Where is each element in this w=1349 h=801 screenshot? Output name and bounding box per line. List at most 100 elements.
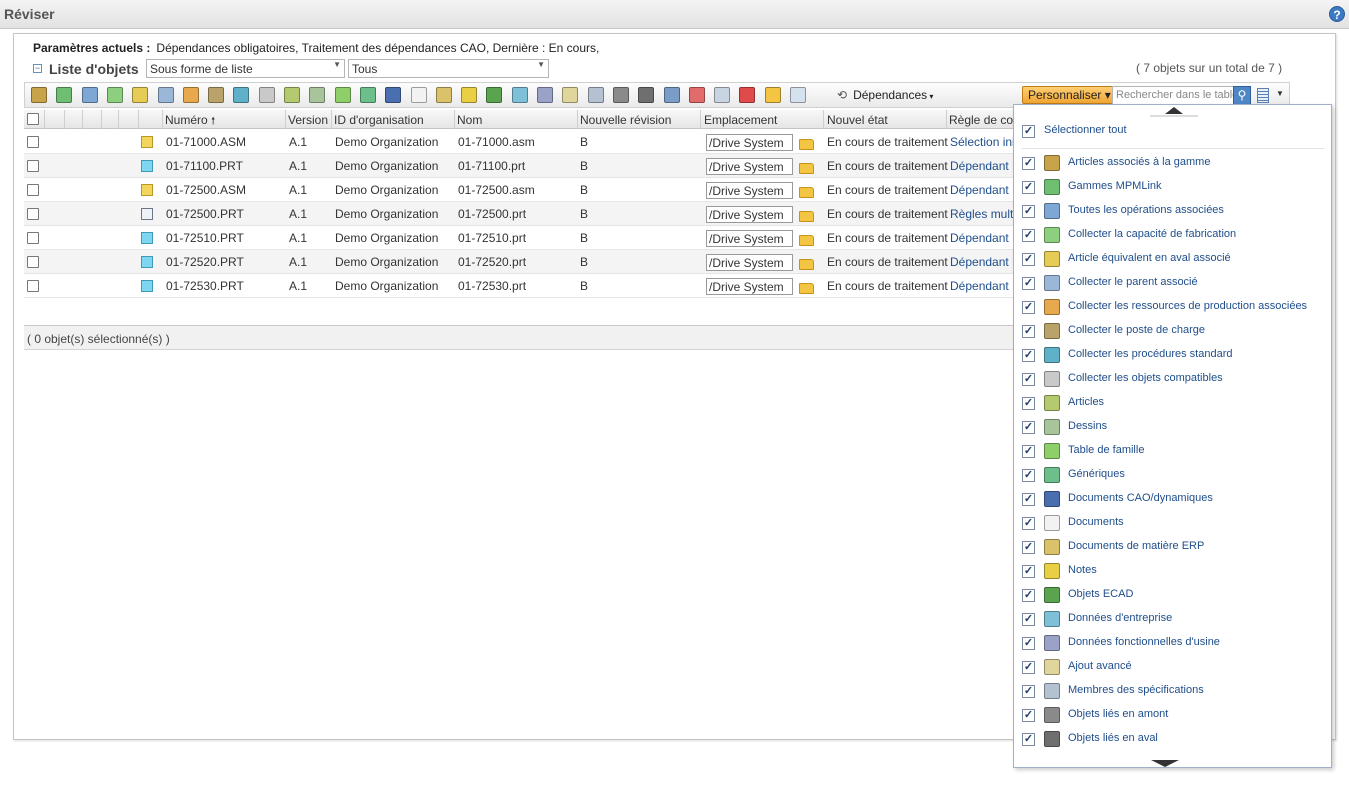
clear-icon[interactable]	[688, 87, 705, 103]
col-nouvelle-revision[interactable]: Nouvelle révision	[580, 113, 671, 127]
row-checkbox[interactable]	[27, 160, 39, 172]
row-checkbox[interactable]	[27, 208, 39, 220]
drawing-icon[interactable]	[309, 87, 326, 103]
select-all-checkbox[interactable]: ✓	[1022, 125, 1035, 138]
location-input[interactable]: /Drive System	[706, 182, 793, 199]
routing-icon[interactable]	[56, 87, 73, 103]
cell-number[interactable]: 01-71000.ASM	[166, 135, 246, 149]
customize-item[interactable]: ✓ Collecter les objets compatibles	[1014, 367, 1331, 391]
item-checkbox[interactable]: ✓	[1022, 349, 1035, 362]
cell-rule[interactable]: Règles multip	[950, 207, 1023, 221]
item-checkbox[interactable]: ✓	[1022, 469, 1035, 482]
dependances-menu[interactable]: ⟲ Dépendances ▾	[837, 88, 933, 102]
row-checkbox[interactable]	[27, 136, 39, 148]
cell-number[interactable]: 01-72500.PRT	[166, 207, 244, 221]
personnaliser-button[interactable]: Personnaliser ▾	[1022, 86, 1117, 104]
item-checkbox[interactable]: ✓	[1022, 709, 1035, 722]
upstream-icon[interactable]	[612, 87, 629, 103]
item-checkbox[interactable]: ✓	[1022, 733, 1035, 746]
document-icon[interactable]	[410, 87, 427, 103]
compatible-icon[interactable]	[258, 87, 275, 103]
row-checkbox[interactable]	[27, 256, 39, 268]
checklist-icon[interactable]	[790, 87, 806, 103]
row-checkbox[interactable]	[27, 280, 39, 292]
customize-item[interactable]: ✓ Articles associés à la gamme	[1014, 151, 1331, 175]
table-search-input[interactable]: Rechercher dans le table	[1112, 86, 1250, 105]
cell-number[interactable]: 01-71100.PRT	[166, 159, 243, 173]
cell-number[interactable]: 01-72500.ASM	[166, 183, 246, 197]
item-checkbox[interactable]: ✓	[1022, 301, 1035, 314]
folder-icon[interactable]	[799, 139, 814, 150]
location-input[interactable]: /Drive System	[706, 134, 793, 151]
cell-rule[interactable]: Sélection init	[950, 135, 1018, 149]
item-checkbox[interactable]: ✓	[1022, 637, 1035, 650]
folder-icon[interactable]	[764, 87, 781, 103]
col-nom[interactable]: Nom	[457, 113, 482, 127]
item-checkbox[interactable]: ✓	[1022, 397, 1035, 410]
customize-item[interactable]: ✓ Dessins	[1014, 415, 1331, 439]
item-checkbox[interactable]: ✓	[1022, 373, 1035, 386]
col-emplacement[interactable]: Emplacement	[704, 113, 777, 127]
item-checkbox[interactable]: ✓	[1022, 445, 1035, 458]
customize-item[interactable]: ✓ Génériques	[1014, 463, 1331, 487]
cell-number[interactable]: 01-72530.PRT	[166, 279, 244, 293]
location-input[interactable]: /Drive System	[706, 206, 793, 223]
cell-rule[interactable]: Dépendant	[950, 279, 1009, 293]
item-checkbox[interactable]: ✓	[1022, 157, 1035, 170]
customize-item[interactable]: ✓ Collecter le poste de charge	[1014, 319, 1331, 343]
help-icon[interactable]: ?	[1329, 6, 1345, 22]
customize-item[interactable]: ✓ Collecter les ressources de production …	[1014, 295, 1331, 319]
item-checkbox[interactable]: ✓	[1022, 181, 1035, 194]
table-view-icon[interactable]	[1257, 88, 1269, 103]
plant-data-icon[interactable]	[537, 87, 553, 103]
enterprise-data-icon[interactable]	[511, 87, 528, 103]
folder-icon[interactable]	[799, 211, 814, 222]
folder-icon[interactable]	[799, 163, 814, 174]
family-table-icon[interactable]	[334, 87, 351, 103]
customize-item[interactable]: ✓ Documents CAO/dynamiques	[1014, 487, 1331, 511]
scroll-up-icon[interactable]	[1165, 107, 1183, 114]
folder-icon[interactable]	[799, 235, 814, 246]
item-checkbox[interactable]: ✓	[1022, 661, 1035, 674]
cell-rule[interactable]: Dépendant	[950, 231, 1009, 245]
resource-icon[interactable]	[182, 87, 199, 103]
col-numero[interactable]: Numéro 🠕	[165, 113, 215, 131]
filter-select[interactable]: Tous ▼	[348, 59, 549, 78]
downstream-icon[interactable]	[638, 87, 655, 103]
col-version[interactable]: Version	[288, 113, 328, 127]
location-input[interactable]: /Drive System	[706, 278, 793, 295]
customize-item[interactable]: ✓ Documents	[1014, 511, 1331, 535]
item-checkbox[interactable]: ✓	[1022, 253, 1035, 266]
search-icon[interactable]: ⚲	[1233, 86, 1251, 105]
select-all-checkbox[interactable]	[27, 113, 39, 125]
item-checkbox[interactable]: ✓	[1022, 613, 1035, 626]
item-checkbox[interactable]: ✓	[1022, 685, 1035, 698]
cell-rule[interactable]: Dépendant	[950, 159, 1009, 173]
customize-item[interactable]: ✓ Collecter la capacité de fabrication	[1014, 223, 1331, 247]
location-input[interactable]: /Drive System	[706, 158, 793, 175]
customize-item[interactable]: ✓ Collecter les procédures standard	[1014, 343, 1331, 367]
view-select[interactable]: Sous forme de liste ▼	[146, 59, 345, 78]
item-checkbox[interactable]: ✓	[1022, 565, 1035, 578]
note-icon[interactable]	[461, 87, 478, 103]
operations-icon[interactable]	[81, 87, 98, 103]
customize-item[interactable]: ✓ Objets liés en amont	[1014, 703, 1331, 727]
col-regle[interactable]: Règle de coll	[949, 113, 1018, 127]
erp-icon[interactable]	[435, 87, 452, 103]
customize-item[interactable]: ✓ Objets liés en aval	[1014, 727, 1331, 751]
customize-item[interactable]: ✓ Toutes les opérations associées	[1014, 199, 1331, 223]
item-checkbox[interactable]: ✓	[1022, 229, 1035, 242]
remove-icon[interactable]	[739, 87, 756, 103]
location-input[interactable]: /Drive System	[706, 254, 793, 271]
item-checkbox[interactable]: ✓	[1022, 493, 1035, 506]
customize-item[interactable]: ✓ Documents de matière ERP	[1014, 535, 1331, 559]
item-checkbox[interactable]: ✓	[1022, 325, 1035, 338]
part-gear-icon[interactable]	[284, 87, 300, 103]
customize-item[interactable]: ✓ Données fonctionnelles d'usine	[1014, 631, 1331, 655]
gear-icon[interactable]	[31, 87, 47, 103]
customize-item[interactable]: ✓ Membres des spécifications	[1014, 679, 1331, 703]
capability-icon[interactable]	[106, 87, 123, 103]
scroll-down-icon[interactable]	[1151, 760, 1179, 767]
item-checkbox[interactable]: ✓	[1022, 205, 1035, 218]
folder-icon[interactable]	[799, 259, 814, 270]
